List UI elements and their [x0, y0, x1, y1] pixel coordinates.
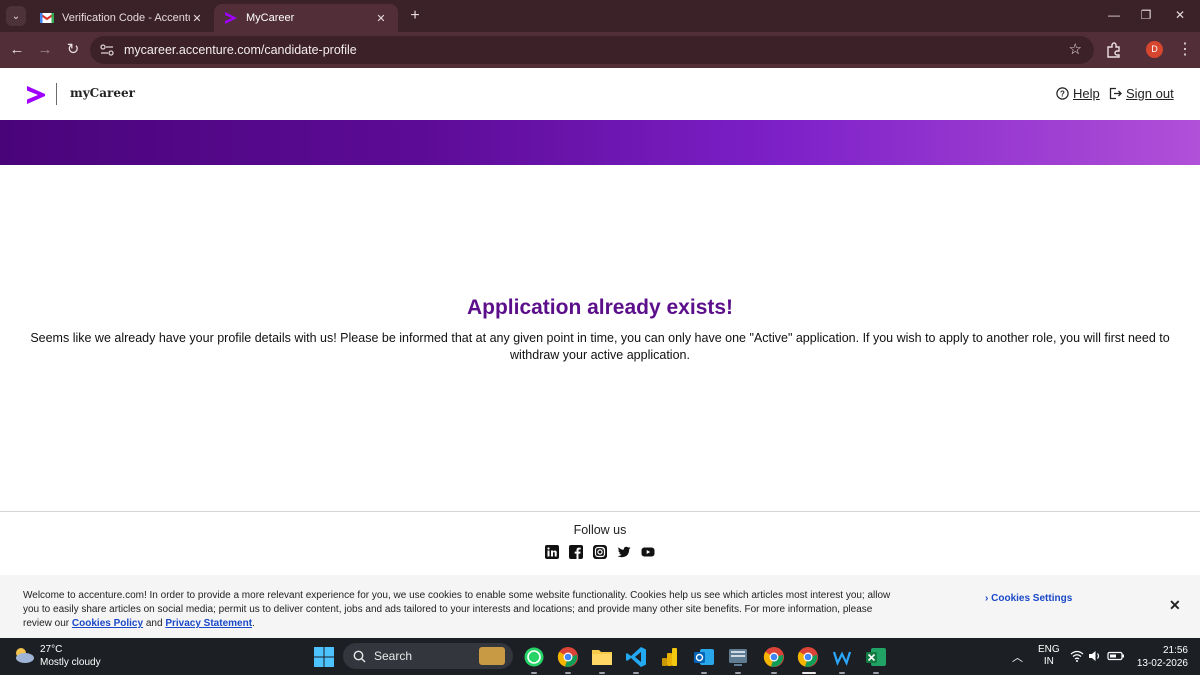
extensions-icon[interactable] — [1104, 40, 1124, 60]
accenture-logo-icon[interactable] — [26, 86, 46, 104]
cookies-settings-link[interactable]: › Cookies Settings — [985, 593, 1072, 604]
weather-temperature[interactable]: 27°C — [40, 644, 62, 655]
volume-icon[interactable] — [1088, 649, 1102, 663]
forward-arrow-icon[interactable]: → — [34, 39, 56, 61]
wave-app-icon[interactable] — [831, 646, 853, 668]
running-indicator — [735, 672, 741, 674]
windows-taskbar: 27°C Mostly cloudy Search ︿ ENG IN 21:56… — [0, 638, 1200, 675]
running-indicator — [873, 672, 879, 674]
minimize-button[interactable]: — — [1096, 4, 1132, 26]
help-label[interactable]: Help — [1073, 86, 1100, 101]
footer-divider — [0, 511, 1200, 512]
browser-menu-icon[interactable]: ⋮ — [1176, 39, 1194, 61]
site-info-icon[interactable] — [96, 39, 118, 61]
chrome-icon[interactable] — [557, 646, 579, 668]
vscode-icon[interactable] — [625, 646, 647, 668]
outlook-icon[interactable] — [693, 646, 715, 668]
language-code: ENG — [1038, 644, 1060, 655]
chrome-profile-icon[interactable] — [763, 646, 785, 668]
wifi-icon[interactable] — [1070, 649, 1084, 663]
language-region: IN — [1043, 656, 1054, 667]
youtube-icon[interactable] — [641, 545, 655, 559]
help-circle-icon: ? — [1056, 87, 1069, 100]
running-indicator — [839, 672, 845, 674]
facebook-icon[interactable] — [569, 545, 583, 559]
tab-mycareer[interactable]: MyCareer ✕ — [214, 4, 398, 32]
page-title: Application already exists! — [466, 296, 734, 319]
cookie-close-button[interactable]: ✕ — [1169, 597, 1181, 614]
message-body: Seems like we already have your profile … — [30, 331, 1170, 362]
window-close-button[interactable]: ✕ — [1162, 4, 1198, 26]
whatsapp-icon[interactable] — [523, 646, 545, 668]
browser-toolbar: ← → ↻ mycareer.accenture.com/candidate-p… — [0, 32, 1200, 68]
cookie-banner: Welcome to accenture.com! In order to pr… — [0, 575, 1200, 638]
running-indicator-active — [802, 672, 816, 674]
cloudy-weather-icon[interactable] — [12, 645, 36, 665]
signout-link[interactable]: Sign out — [1109, 86, 1174, 101]
excel-icon[interactable] — [865, 646, 887, 668]
help-link[interactable]: ? Help — [1056, 86, 1100, 101]
bookmark-star-icon[interactable]: ☆ — [1069, 41, 1082, 59]
profile-avatar[interactable]: D — [1146, 41, 1163, 58]
url-text[interactable]: mycareer.accenture.com/candidate-profile — [124, 43, 357, 57]
search-label: Search — [374, 649, 413, 663]
windows-start-icon[interactable] — [313, 646, 335, 668]
virtual-desktop-icon[interactable] — [727, 646, 749, 668]
cookie-and-text: and — [145, 618, 163, 629]
running-indicator — [771, 672, 777, 674]
tray-chevron-up-icon[interactable]: ︿ — [1012, 649, 1023, 665]
running-indicator — [565, 672, 571, 674]
chrome-active-icon[interactable] — [797, 646, 819, 668]
tab-search-button[interactable]: ⌄ — [6, 6, 26, 26]
address-bar[interactable]: mycareer.accenture.com/candidate-profile… — [90, 36, 1094, 64]
accenture-favicon-icon — [225, 12, 237, 24]
tab-verification-code[interactable]: Verification Code - Accenture - ✕ — [30, 4, 214, 32]
purple-banner — [0, 120, 1200, 165]
cookie-period: . — [252, 618, 255, 629]
file-explorer-icon[interactable] — [591, 646, 613, 668]
svg-text:?: ? — [1060, 90, 1065, 99]
system-clock[interactable]: 21:56 13-02-2026 — [1136, 644, 1188, 670]
maximize-button[interactable]: ❐ — [1128, 4, 1164, 26]
weather-description[interactable]: Mostly cloudy — [40, 657, 101, 668]
running-indicator — [701, 672, 707, 674]
language-indicator[interactable]: ENG IN — [1038, 644, 1060, 668]
tab-title: Verification Code - Accenture - — [62, 12, 190, 24]
new-tab-button[interactable]: + — [404, 5, 426, 27]
tab-title: MyCareer — [246, 12, 295, 24]
chevron-right-icon: › — [985, 593, 989, 604]
site-header: myCareer ? Help Sign out — [0, 68, 1200, 120]
back-arrow-icon[interactable]: ← — [6, 39, 28, 61]
taskbar-search[interactable]: Search — [343, 643, 513, 669]
follow-us-label: Follow us — [573, 523, 627, 537]
running-indicator — [531, 672, 537, 674]
tab-close-icon[interactable]: ✕ — [190, 12, 204, 25]
running-indicator — [633, 672, 639, 674]
privacy-statement-link[interactable]: Privacy Statement — [165, 618, 252, 629]
running-indicator — [599, 672, 605, 674]
brand-name[interactable]: myCareer — [70, 86, 135, 100]
signout-label[interactable]: Sign out — [1126, 86, 1174, 101]
cookie-message: Welcome to accenture.com! In order to pr… — [23, 589, 903, 631]
cookies-settings-label[interactable]: Cookies Settings — [991, 593, 1072, 604]
reload-icon[interactable]: ↻ — [62, 39, 84, 61]
tab-close-icon[interactable]: ✕ — [374, 12, 388, 25]
linkedin-icon[interactable] — [545, 545, 559, 559]
sign-out-icon — [1109, 87, 1122, 100]
logo-divider — [56, 83, 57, 105]
search-icon — [353, 650, 366, 662]
power-bi-icon[interactable] — [659, 646, 681, 668]
clock-time: 21:56 — [1162, 645, 1188, 656]
clock-date: 13-02-2026 — [1136, 658, 1188, 669]
instagram-icon[interactable] — [593, 545, 607, 559]
gmail-icon — [40, 13, 54, 23]
search-highlight-icon — [479, 647, 505, 665]
browser-tabstrip: ⌄ Verification Code - Accenture - ✕ MyCa… — [0, 0, 1200, 32]
twitter-icon[interactable] — [617, 545, 631, 559]
battery-icon[interactable] — [1107, 649, 1125, 663]
cookies-policy-link[interactable]: Cookies Policy — [72, 618, 143, 629]
